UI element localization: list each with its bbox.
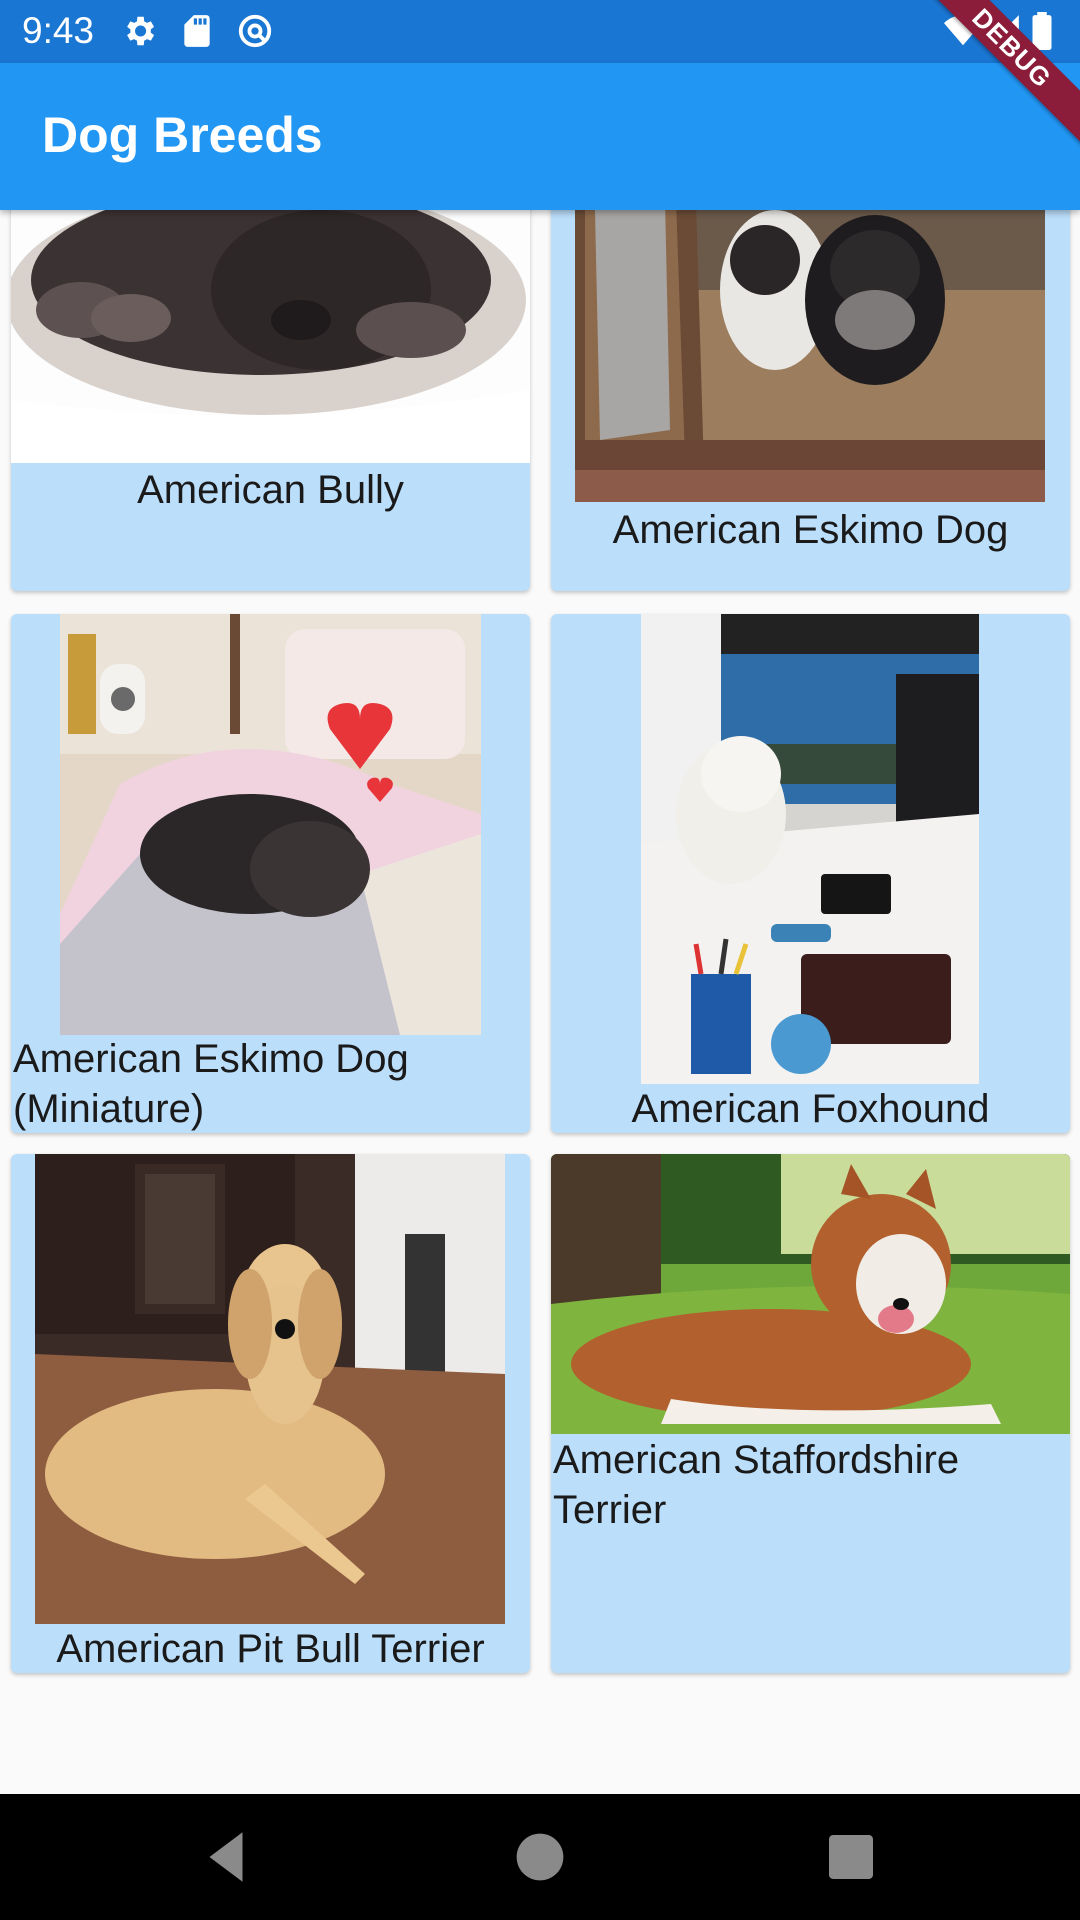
breed-card[interactable]: American Eskimo Dog (Miniature) xyxy=(11,614,530,1133)
at-sign-icon xyxy=(238,14,272,48)
sd-card-icon xyxy=(184,15,210,47)
app-bar: Dog Breeds xyxy=(0,63,1080,210)
breed-photo xyxy=(35,1154,505,1624)
breed-name: American Pit Bull Terrier xyxy=(56,1627,485,1671)
home-icon[interactable] xyxy=(507,1824,573,1890)
breed-name: American Eskimo Dog xyxy=(612,508,1009,552)
app-title: Dog Breeds xyxy=(42,107,323,163)
breed-card[interactable]: American Bully xyxy=(11,210,530,591)
breed-name: American Foxhound xyxy=(631,1087,990,1131)
breed-grid[interactable]: American Bully American Eskimo Dog Ameri… xyxy=(0,210,1080,1794)
breed-photo xyxy=(60,614,481,1035)
settings-icon xyxy=(127,16,155,46)
breed-photo xyxy=(641,614,979,1084)
breed-photo xyxy=(551,1154,1070,1434)
breed-name: American Staffordshire Terrier xyxy=(553,1438,960,1532)
breed-name: American Eskimo Dog (Miniature) xyxy=(13,1037,409,1131)
breed-card[interactable]: American Eskimo Dog xyxy=(551,210,1070,591)
status-bar: 9:43 xyxy=(0,0,1080,63)
breed-card[interactable]: American Foxhound xyxy=(551,614,1070,1133)
navigation-bar xyxy=(0,1794,1080,1920)
breed-card[interactable]: American Pit Bull Terrier xyxy=(11,1154,530,1673)
breed-photo xyxy=(11,210,530,463)
recents-icon[interactable] xyxy=(818,1824,884,1890)
back-icon[interactable] xyxy=(193,1824,259,1890)
breed-name: American Bully xyxy=(137,468,404,512)
breed-card[interactable]: American Staffordshire Terrier xyxy=(551,1154,1070,1673)
breed-photo xyxy=(575,210,1045,502)
status-time: 9:43 xyxy=(22,10,95,51)
